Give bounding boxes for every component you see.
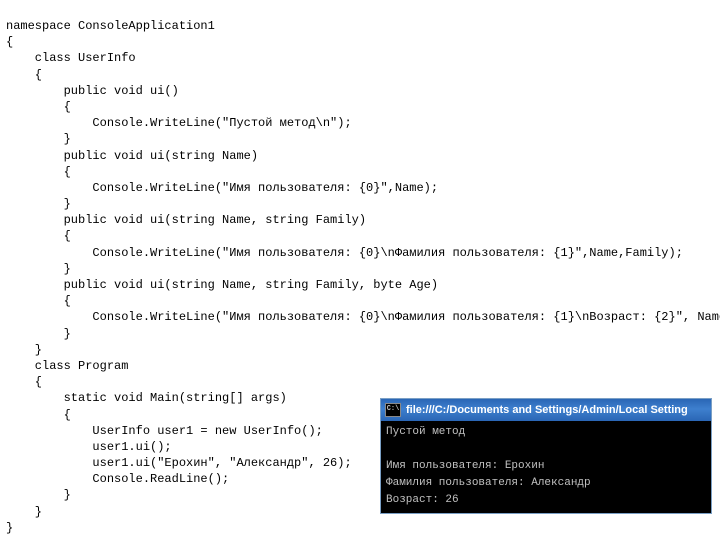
console-output-window: C:\ file:///C:/Documents and Settings/Ad… bbox=[380, 398, 712, 514]
console-title: file:///C:/Documents and Settings/Admin/… bbox=[406, 403, 688, 418]
console-titlebar: C:\ file:///C:/Documents and Settings/Ad… bbox=[381, 399, 711, 421]
console-body: Пустой метод Имя пользователя: ЕрохинФам… bbox=[381, 421, 711, 512]
console-app-icon: C:\ bbox=[385, 403, 401, 417]
